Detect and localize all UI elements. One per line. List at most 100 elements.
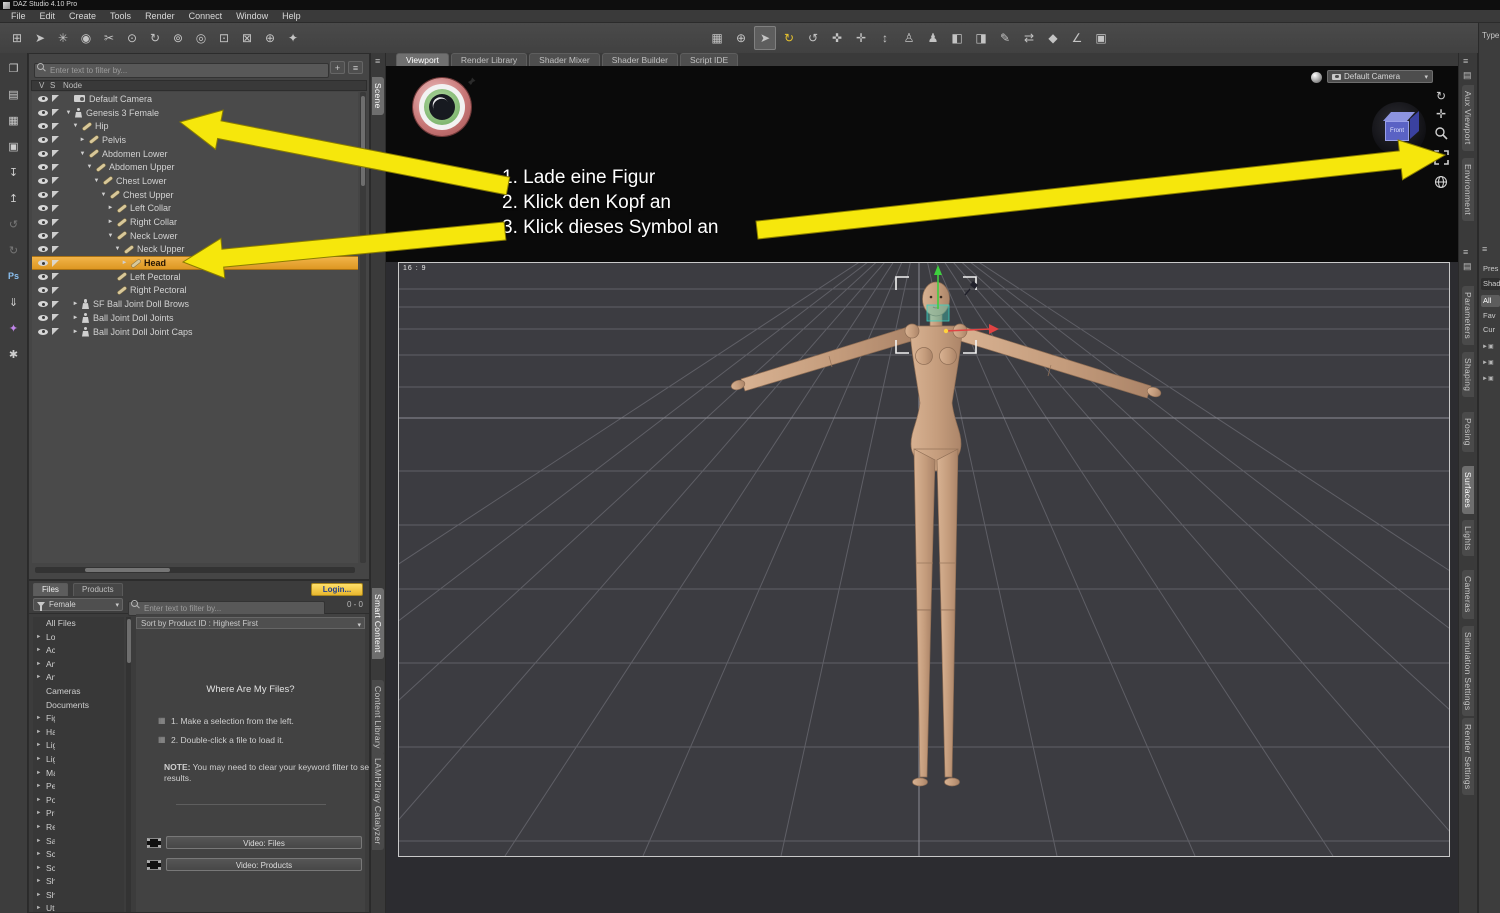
scene-node-row[interactable]: Right Collar <box>32 215 358 229</box>
node-label[interactable]: Neck Upper <box>137 244 185 254</box>
globe-camera-icon[interactable] <box>1434 175 1448 194</box>
category-shaders[interactable]: Shaders <box>33 875 55 889</box>
active-pose-tool-icon[interactable]: ↺ <box>802 26 824 50</box>
surface-tree-row[interactable]: ►▣ <box>1482 359 1494 366</box>
selection-pointer-icon[interactable] <box>52 122 59 130</box>
scene-node-row[interactable]: Chest Lower <box>32 174 358 188</box>
visibility-eye-icon[interactable] <box>38 328 48 335</box>
tab-parameters[interactable]: Parameters <box>1462 286 1474 345</box>
expand-icon[interactable] <box>71 315 80 321</box>
sort-dropdown[interactable]: Sort by Product ID : Highest First ▾ <box>136 617 365 629</box>
new-file-icon[interactable]: ❐ <box>3 57 25 79</box>
category-shaping[interactable]: Shaping <box>33 889 55 903</box>
filter-favorites-clipped[interactable]: Fav <box>1481 310 1500 322</box>
selection-pointer-icon[interactable] <box>52 286 59 294</box>
keyframe-icon[interactable]: ◆ <box>1042 26 1064 50</box>
selection-pointer-icon[interactable] <box>52 245 59 253</box>
expand-icon[interactable] <box>64 110 73 116</box>
tab-simulation-settings[interactable]: Simulation Settings <box>1462 626 1474 717</box>
node-label[interactable]: Hip <box>95 121 109 131</box>
node-label[interactable]: Right Pectoral <box>130 285 187 295</box>
translate-tool-icon[interactable]: ✛ <box>850 26 872 50</box>
pane-menu-icon[interactable]: ≡ <box>1463 248 1468 257</box>
category-cameras[interactable]: Cameras <box>33 685 124 699</box>
visibility-eye-icon[interactable] <box>38 109 48 116</box>
visibility-eye-icon[interactable] <box>38 164 48 171</box>
node-label[interactable]: Abdomen Upper <box>109 162 175 172</box>
category-light-sets[interactable]: Light Sets <box>33 739 55 753</box>
pane-menu-icon[interactable]: ≡ <box>1482 245 1487 254</box>
menu-file[interactable]: File <box>4 11 33 21</box>
pan-camera-icon[interactable]: ✛ <box>1436 108 1446 121</box>
selection-pointer-icon[interactable] <box>52 109 59 117</box>
frame-camera-icon[interactable] <box>1433 150 1449 170</box>
node-label[interactable]: Neck Lower <box>130 231 178 241</box>
selection-pointer-icon[interactable] <box>52 259 59 267</box>
category-accessories[interactable]: Accessories <box>33 644 55 658</box>
tab-lamh-catalyzer[interactable]: LAMH2Iray Catalyzer <box>372 752 384 851</box>
scene-node-row[interactable]: Chest Upper <box>32 188 358 202</box>
scene-node-row[interactable]: Ball Joint Doll Joint Caps <box>32 325 358 339</box>
category-render-settings[interactable]: Render-Settings <box>33 821 55 835</box>
open-file-icon[interactable]: ▦ <box>3 109 25 131</box>
selection-pointer-icon[interactable] <box>52 314 59 322</box>
expand-icon[interactable] <box>78 151 87 157</box>
video-products-button[interactable]: Video: Products <box>166 858 362 871</box>
visibility-eye-icon[interactable] <box>38 219 48 226</box>
node-label[interactable]: Pelvis <box>102 135 126 145</box>
visibility-eye-icon[interactable] <box>38 314 48 321</box>
video-files-button[interactable]: Video: Files <box>166 836 362 849</box>
node-create-icon[interactable]: ⊞ <box>6 26 28 50</box>
visibility-eye-icon[interactable] <box>38 123 48 130</box>
tab-smart-content[interactable]: Smart Content <box>372 588 384 659</box>
pane-menu-icon[interactable]: ≡ <box>375 57 380 66</box>
scene-node-row[interactable]: Default Camera <box>32 92 358 106</box>
scene-node-row[interactable]: Abdomen Upper <box>32 160 358 174</box>
node-edit-icon[interactable]: ➤ <box>29 26 51 50</box>
node-label[interactable]: Left Collar <box>130 203 171 213</box>
selection-pointer-icon[interactable] <box>52 300 59 308</box>
tab-cameras[interactable]: Cameras <box>1462 570 1474 619</box>
tab-shaping[interactable]: Shaping <box>1462 352 1474 398</box>
pin-icon[interactable] <box>464 76 477 94</box>
tab-shader-mixer[interactable]: Shader Mixer <box>529 53 600 66</box>
category-poses[interactable]: Poses <box>33 794 55 808</box>
expand-icon[interactable] <box>99 192 108 198</box>
expand-icon[interactable] <box>113 246 122 252</box>
visibility-eye-icon[interactable] <box>38 177 48 184</box>
selection-pointer-icon[interactable] <box>52 150 59 158</box>
category-figures[interactable]: Figures <box>33 712 55 726</box>
scene-add-button[interactable]: + <box>330 61 345 74</box>
pane-grid-icon[interactable]: ▤ <box>1463 262 1472 271</box>
interactive-lesson-sphere-icon[interactable] <box>413 78 471 136</box>
visibility-eye-icon[interactable] <box>38 273 48 280</box>
node-label[interactable]: Right Collar <box>130 217 177 227</box>
orbit-camera-icon[interactable]: ↻ <box>1436 90 1446 103</box>
sphere-gizmo-icon[interactable]: ◉ <box>75 26 97 50</box>
selection-pointer-icon[interactable] <box>52 163 59 171</box>
scene-node-row[interactable]: SF Ball Joint Doll Brows <box>32 297 358 311</box>
scene-node-row[interactable]: Right Pectoral <box>32 284 358 298</box>
node-label[interactable]: Left Pectoral <box>130 272 181 282</box>
visibility-eye-icon[interactable] <box>38 95 48 102</box>
surface-tree-row[interactable]: ►▣ <box>1482 375 1494 382</box>
category-documents[interactable]: Documents <box>33 699 124 713</box>
scene-horizontal-scrollbar[interactable] <box>35 567 355 573</box>
redo-icon[interactable]: ↻ <box>3 239 25 261</box>
expand-icon[interactable] <box>71 329 80 335</box>
selection-pointer-icon[interactable] <box>52 273 59 281</box>
tab-script-ide[interactable]: Script IDE <box>679 53 739 66</box>
expand-icon[interactable] <box>78 137 87 143</box>
undo-icon[interactable]: ↺ <box>3 213 25 235</box>
photoshop-bridge-icon[interactable]: Ps <box>3 265 25 287</box>
camera-selector-dropdown[interactable]: Default Camera <box>1327 70 1433 83</box>
expand-icon[interactable] <box>71 301 80 307</box>
dforce-icon[interactable]: ✦ <box>3 317 25 339</box>
zoom-camera-icon[interactable] <box>1434 126 1448 145</box>
selection-pointer-icon[interactable] <box>52 204 59 212</box>
category-hair[interactable]: Hair <box>33 726 55 740</box>
visibility-eye-icon[interactable] <box>38 191 48 198</box>
transfer-utility-icon[interactable]: ⇄ <box>1018 26 1040 50</box>
visibility-eye-icon[interactable] <box>38 287 48 294</box>
polygon-paint-icon[interactable]: ✎ <box>994 26 1016 50</box>
